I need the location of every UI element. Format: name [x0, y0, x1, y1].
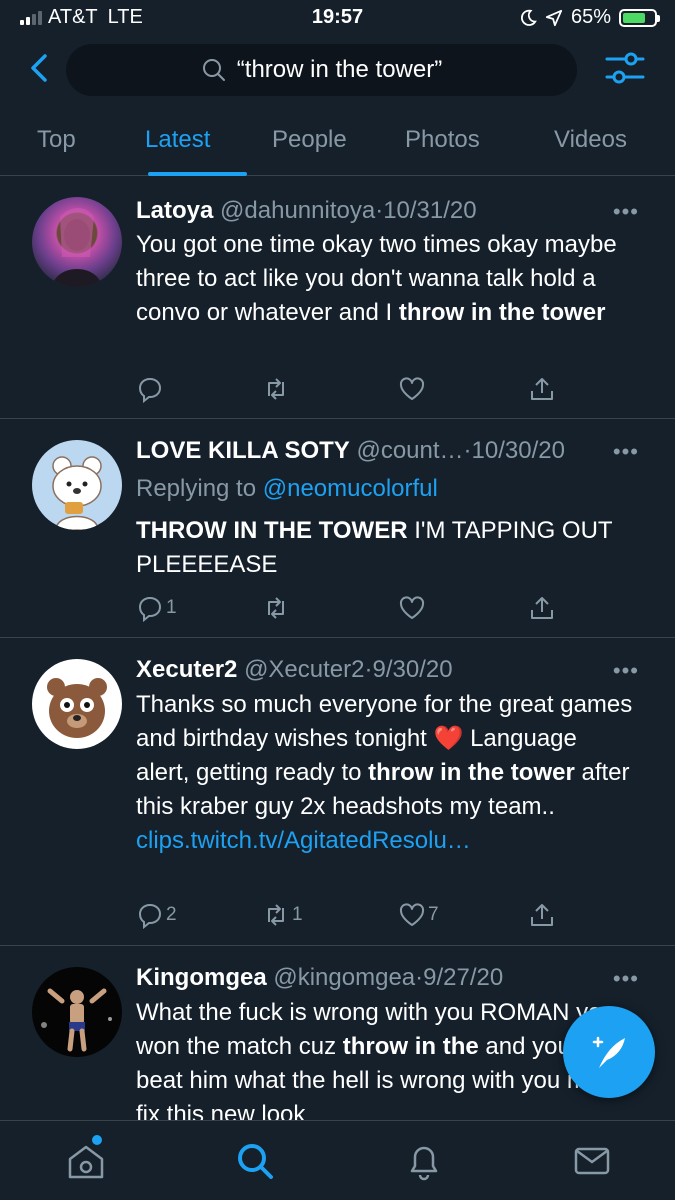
tweet-date: 10/30/20 [471, 437, 565, 464]
tweet-date: 10/31/20 [383, 197, 477, 224]
share-icon [531, 904, 553, 926]
heart-icon [399, 377, 425, 400]
back-chevron-icon[interactable] [20, 48, 60, 88]
tweet[interactable]: Xecuter2 @Xecuter2·9/30/20 ••• Thanks so… [0, 639, 675, 946]
avatar[interactable] [32, 440, 122, 530]
tweet-author-name[interactable]: Latoya [136, 197, 213, 224]
new-content-dot [92, 1135, 102, 1145]
like-count: 7 [428, 904, 439, 925]
tweet-actions: 1 [136, 594, 556, 624]
tweet-text: THROW IN THE TOWER I'M TAPPING OUT PLEEE… [136, 514, 636, 582]
tweet-author-name[interactable]: LOVE KILLA SOTY [136, 437, 350, 464]
search-highlight: throw in the [342, 1033, 479, 1060]
tweet-handle[interactable]: @dahunnitoya [220, 197, 375, 224]
share-icon [531, 378, 553, 400]
heart-emoji: ❤️ [433, 725, 464, 752]
tab-top[interactable]: Top [37, 126, 76, 154]
mail-icon[interactable] [570, 1139, 614, 1183]
tab-videos[interactable]: Videos [554, 126, 627, 154]
tweet-separator: · [375, 197, 384, 224]
replying-to: Replying to @neomucolorful [136, 475, 438, 503]
tweet-separator: · [463, 437, 472, 464]
reply-button[interactable] [136, 375, 166, 403]
tweet-handle[interactable]: @Xecuter2 [244, 656, 364, 683]
avatar[interactable] [32, 967, 122, 1057]
search-input[interactable]: “throw in the tower” [66, 44, 577, 96]
moon-icon [520, 9, 537, 26]
location-icon [545, 9, 563, 26]
status-bar: AT&T LTE 19:57 65% [0, 0, 675, 36]
like-button[interactable] [398, 375, 428, 403]
tweet-handle[interactable]: @count… [356, 437, 463, 464]
like-button[interactable] [398, 594, 428, 622]
more-options-icon[interactable]: ••• [613, 199, 639, 225]
replying-to-label: Replying to [136, 475, 263, 502]
tweet[interactable]: Latoya @dahunnitoya·10/31/20 ••• You got… [0, 177, 675, 419]
tweet-actions: 2 1 7 [136, 901, 556, 931]
tweet-author-name[interactable]: Kingomgea [136, 964, 267, 991]
retweet-count: 1 [292, 904, 303, 925]
tab-people[interactable]: People [272, 126, 347, 154]
tweet-text: Thanks so much everyone for the great ga… [136, 688, 636, 858]
search-highlight: throw in the tower [368, 759, 575, 786]
search-tabs: Top Latest People Photos Videos [0, 110, 675, 176]
share-button[interactable] [528, 901, 556, 929]
tweet-handle[interactable]: @kingomgea [273, 964, 415, 991]
tweet-author-name[interactable]: Xecuter2 [136, 656, 237, 683]
share-button[interactable] [528, 594, 556, 622]
heart-icon [399, 596, 425, 619]
battery-percent: 65% [570, 6, 611, 28]
reply-button[interactable]: 1 [136, 594, 177, 622]
search-icon[interactable] [233, 1139, 277, 1183]
tweet-separator: · [415, 964, 424, 991]
more-options-icon[interactable]: ••• [613, 439, 639, 465]
more-options-icon[interactable]: ••• [613, 658, 639, 684]
share-button[interactable] [528, 375, 556, 403]
share-icon [531, 597, 553, 619]
search-highlight: THROW IN THE TOWER [136, 517, 408, 544]
compose-tweet-button[interactable] [563, 1006, 655, 1098]
search-query: “throw in the tower” [236, 56, 443, 83]
reply-icon [138, 903, 162, 929]
tweet-text: What the fuck is wrong with you ROMAN yo… [136, 996, 636, 1120]
retweet-icon [268, 904, 284, 926]
avatar[interactable] [32, 197, 122, 287]
heart-icon [399, 903, 425, 926]
home-icon[interactable] [64, 1139, 108, 1183]
like-button[interactable]: 7 [398, 901, 439, 929]
bottom-tab-bar [0, 1120, 675, 1200]
more-options-icon[interactable]: ••• [613, 966, 639, 992]
sliders-icon[interactable] [603, 46, 647, 90]
reply-count: 2 [166, 904, 177, 925]
retweet-icon [268, 378, 284, 400]
search-highlight: throw in the tower [398, 299, 606, 326]
retweet-icon [268, 597, 284, 619]
retweet-button[interactable] [262, 375, 292, 403]
search-header: “throw in the tower” [0, 36, 675, 104]
tweet-actions [136, 375, 556, 405]
tab-photos[interactable]: Photos [405, 126, 480, 154]
reply-icon [138, 377, 162, 403]
tweet-date: 9/27/20 [423, 964, 504, 991]
reply-count: 1 [166, 597, 177, 618]
tweet-date: 9/30/20 [372, 656, 453, 683]
tweet[interactable]: LOVE KILLA SOTY @count…·10/30/20 ••• Rep… [0, 420, 675, 638]
tab-latest[interactable]: Latest [145, 126, 210, 154]
retweet-button[interactable] [262, 594, 292, 622]
bell-icon[interactable] [402, 1139, 446, 1183]
tweet-link[interactable]: clips.twitch.tv/AgitatedResolu… [136, 827, 471, 854]
active-tab-indicator [148, 172, 247, 176]
retweet-button[interactable]: 1 [262, 901, 303, 929]
search-icon [202, 59, 225, 81]
tweet-text: You got one time okay two times okay may… [136, 228, 636, 330]
feather-icon [592, 1036, 625, 1068]
reply-button[interactable]: 2 [136, 901, 177, 929]
replying-to-handle[interactable]: @neomucolorful [263, 475, 438, 502]
battery-icon [619, 8, 660, 27]
reply-icon [138, 596, 162, 622]
avatar[interactable] [32, 659, 122, 749]
